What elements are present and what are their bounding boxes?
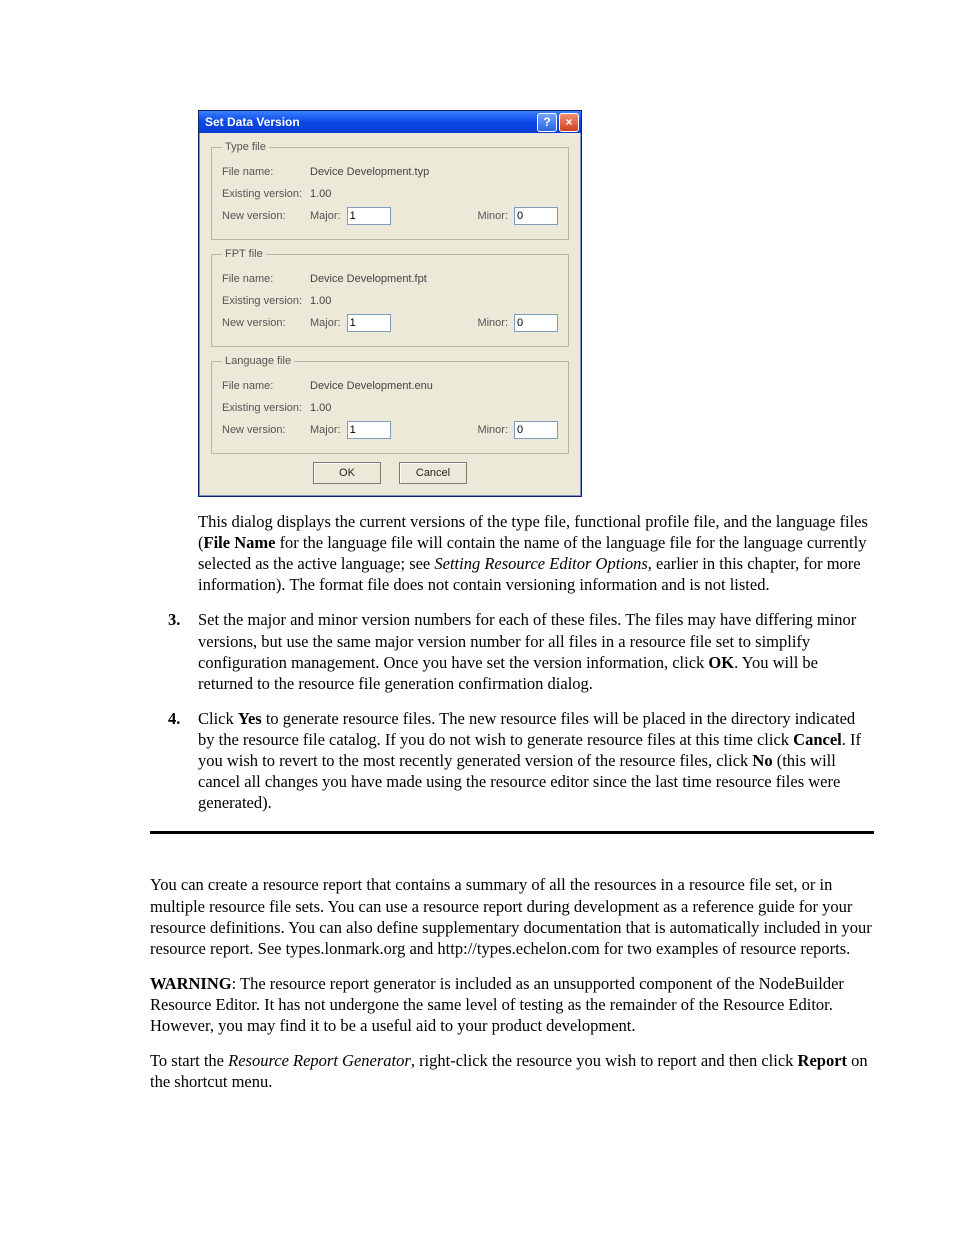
fpt-file-group: FPT file File name: Device Development.f… bbox=[211, 248, 569, 347]
file-name-label: File name: bbox=[222, 380, 310, 392]
group-legend: Type file bbox=[222, 141, 269, 153]
text-run: to generate resource files. The new reso… bbox=[198, 709, 855, 749]
bold-text: WARNING bbox=[150, 974, 232, 993]
type-major-input[interactable] bbox=[347, 207, 391, 225]
file-name-value: Device Development.fpt bbox=[310, 273, 558, 285]
start-generator-paragraph: To start the Resource Report Generator, … bbox=[150, 1050, 874, 1092]
existing-version-value: 1.00 bbox=[310, 402, 558, 414]
type-minor-input[interactable] bbox=[514, 207, 558, 225]
major-label: Major: bbox=[310, 424, 341, 436]
existing-version-label: Existing version: bbox=[222, 188, 310, 200]
step-3: Set the major and minor version numbers … bbox=[150, 609, 874, 693]
minor-label: Minor: bbox=[477, 317, 508, 329]
numbered-steps: Set the major and minor version numbers … bbox=[150, 609, 874, 813]
new-version-label: New version: bbox=[222, 317, 310, 329]
file-name-value: Device Development.typ bbox=[310, 166, 558, 178]
resource-report-paragraph: You can create a resource report that co… bbox=[150, 874, 874, 958]
italic-text: Setting Resource Editor Options bbox=[434, 554, 647, 573]
text-run: To start the bbox=[150, 1051, 228, 1070]
bold-text: Cancel bbox=[793, 730, 842, 749]
file-name-label: File name: bbox=[222, 166, 310, 178]
fpt-major-input[interactable] bbox=[347, 314, 391, 332]
lang-major-input[interactable] bbox=[347, 421, 391, 439]
file-name-label: File name: bbox=[222, 273, 310, 285]
lang-minor-input[interactable] bbox=[514, 421, 558, 439]
close-icon[interactable]: × bbox=[559, 113, 579, 132]
section-divider bbox=[150, 831, 874, 834]
warning-paragraph: WARNING: The resource report generator i… bbox=[150, 973, 874, 1036]
bold-text: Report bbox=[798, 1051, 847, 1070]
existing-version-value: 1.00 bbox=[310, 295, 558, 307]
bold-text: OK bbox=[708, 653, 734, 672]
existing-version-label: Existing version: bbox=[222, 295, 310, 307]
bold-text: No bbox=[752, 751, 772, 770]
type-file-group: Type file File name: Device Development.… bbox=[211, 141, 569, 240]
text-run: , right-click the resource you wish to r… bbox=[411, 1051, 798, 1070]
group-legend: FPT file bbox=[222, 248, 266, 260]
dialog-description-paragraph: This dialog displays the current version… bbox=[198, 511, 874, 595]
text-run: : The resource report generator is inclu… bbox=[150, 974, 844, 1035]
text-run: Click bbox=[198, 709, 238, 728]
fpt-minor-input[interactable] bbox=[514, 314, 558, 332]
help-icon[interactable]: ? bbox=[537, 113, 557, 132]
new-version-label: New version: bbox=[222, 210, 310, 222]
existing-version-label: Existing version: bbox=[222, 402, 310, 414]
minor-label: Minor: bbox=[477, 424, 508, 436]
new-version-label: New version: bbox=[222, 424, 310, 436]
major-label: Major: bbox=[310, 210, 341, 222]
dialog-title: Set Data Version bbox=[205, 115, 537, 129]
bold-text: File Name bbox=[204, 533, 276, 552]
cancel-button[interactable]: Cancel bbox=[399, 462, 467, 484]
italic-text: Resource Report Generator bbox=[228, 1051, 411, 1070]
step-4: Click Yes to generate resource files. Th… bbox=[150, 708, 874, 814]
existing-version-value: 1.00 bbox=[310, 188, 558, 200]
dialog-titlebar[interactable]: Set Data Version ? × bbox=[199, 111, 581, 133]
minor-label: Minor: bbox=[477, 210, 508, 222]
language-file-group: Language file File name: Device Developm… bbox=[211, 355, 569, 454]
major-label: Major: bbox=[310, 317, 341, 329]
bold-text: Yes bbox=[238, 709, 262, 728]
set-data-version-dialog: Set Data Version ? × Type file File name… bbox=[198, 110, 582, 497]
ok-button[interactable]: OK bbox=[313, 462, 381, 484]
group-legend: Language file bbox=[222, 355, 294, 367]
file-name-value: Device Development.enu bbox=[310, 380, 558, 392]
